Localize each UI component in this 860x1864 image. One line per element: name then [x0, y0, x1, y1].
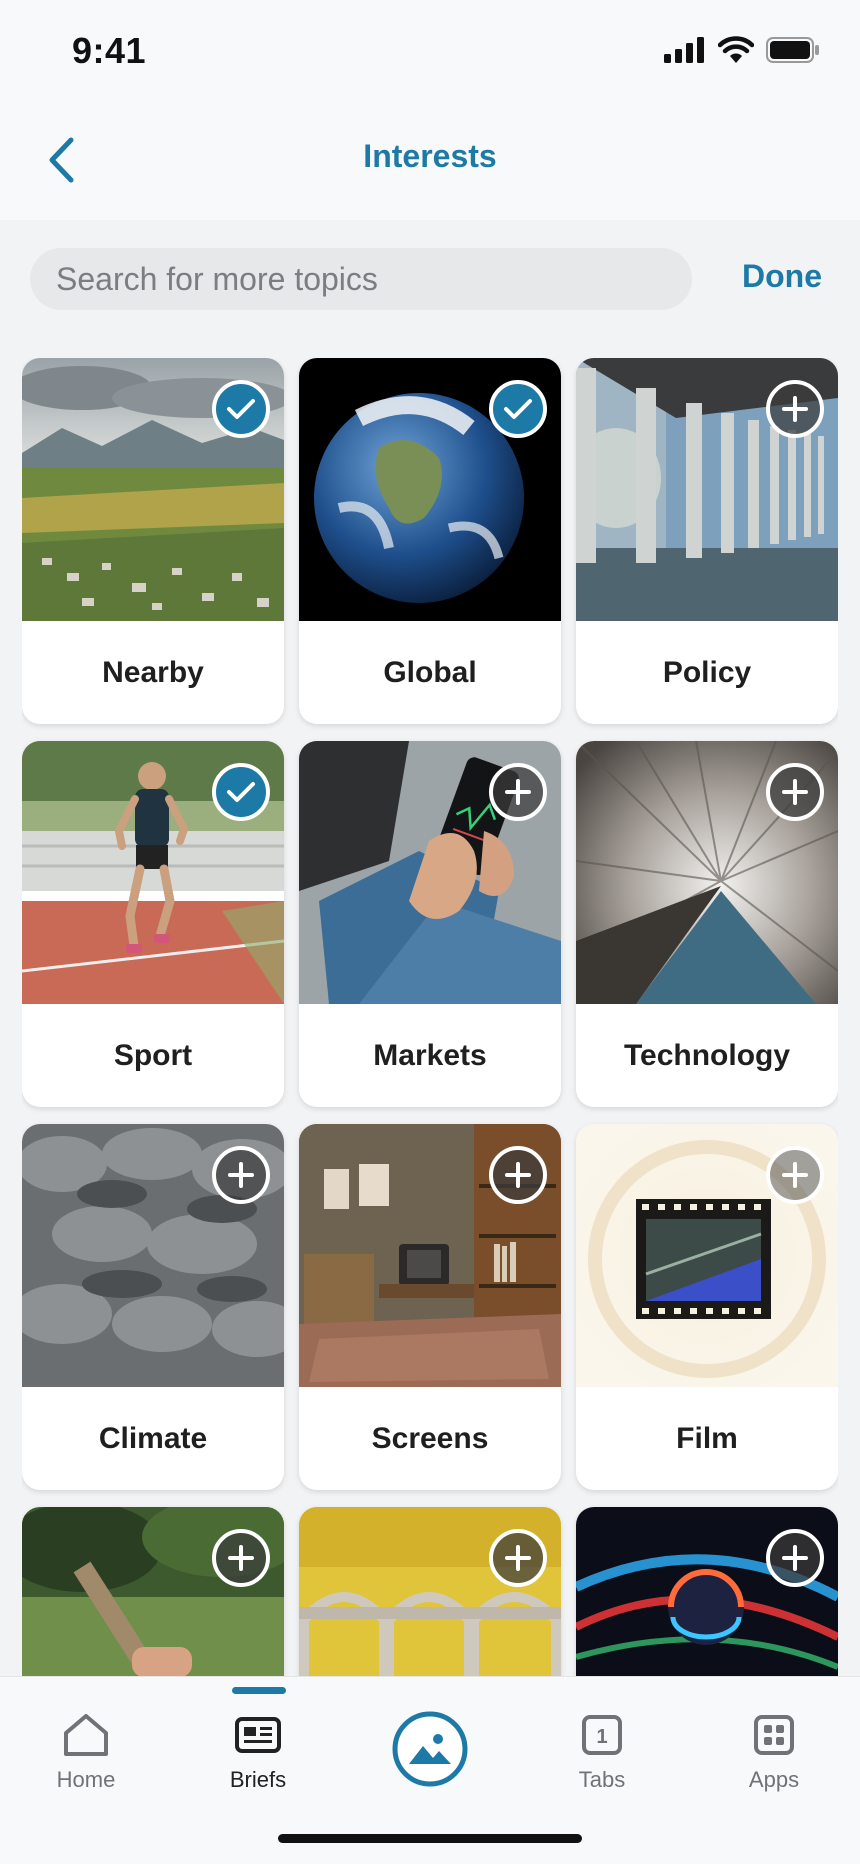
tab-label: Home	[56, 1767, 116, 1792]
tab-briefs[interactable]: Briefs	[188, 1677, 328, 1807]
topic-label: Film	[676, 1421, 738, 1455]
status-bar: 9:41	[0, 0, 860, 100]
topic-card[interactable]	[299, 1507, 561, 1676]
tab-tabs[interactable]: 1 Tabs	[532, 1677, 672, 1807]
topic-label: Screens	[371, 1421, 489, 1455]
topic-label: Markets	[373, 1038, 487, 1072]
add-topic-icon[interactable]	[489, 1529, 547, 1587]
add-topic-icon[interactable]	[766, 763, 824, 821]
selected-check-icon[interactable]	[212, 763, 270, 821]
topic-card-screens[interactable]: Screens	[299, 1124, 561, 1490]
tab-count: 1	[596, 1726, 607, 1748]
house-icon	[64, 1714, 108, 1756]
image-mountain-icon	[392, 1711, 468, 1787]
topic-card-global[interactable]: Global	[299, 358, 561, 724]
add-topic-icon[interactable]	[766, 1529, 824, 1587]
topic-card-markets[interactable]: Markets	[299, 741, 561, 1107]
done-button[interactable]: Done	[742, 258, 822, 295]
briefs-icon	[235, 1717, 281, 1753]
tab-home[interactable]: Home	[16, 1677, 156, 1807]
topic-card-climate[interactable]: Climate	[22, 1124, 284, 1490]
topic-label: Policy	[662, 655, 752, 689]
search-input[interactable]	[30, 248, 692, 310]
status-icons	[664, 36, 820, 64]
wifi-icon	[718, 36, 754, 63]
topic-card-film[interactable]: Film	[576, 1124, 838, 1490]
add-topic-icon[interactable]	[489, 1146, 547, 1204]
selected-check-icon[interactable]	[212, 380, 270, 438]
add-topic-icon[interactable]	[212, 1529, 270, 1587]
topic-card-policy[interactable]: Policy	[576, 358, 838, 724]
tab-visual-search[interactable]	[360, 1677, 500, 1807]
home-indicator	[278, 1834, 582, 1843]
tabs-count-icon: 1	[582, 1715, 622, 1755]
cellular-signal-icon	[664, 37, 704, 63]
add-topic-icon[interactable]	[489, 763, 547, 821]
add-topic-icon[interactable]	[212, 1146, 270, 1204]
topic-card-technology[interactable]: Technology	[576, 741, 838, 1107]
topic-label: Technology	[623, 1038, 791, 1072]
topic-card[interactable]	[576, 1507, 838, 1676]
topic-label: Climate	[98, 1421, 208, 1455]
add-topic-icon[interactable]	[766, 380, 824, 438]
topic-card-nearby[interactable]: Nearby	[22, 358, 284, 724]
topic-label: Sport	[113, 1038, 193, 1072]
battery-icon	[766, 37, 819, 63]
topic-card-sport[interactable]: Sport	[22, 741, 284, 1107]
page-title: Interests	[363, 138, 497, 174]
selected-check-icon[interactable]	[489, 380, 547, 438]
topic-label: Global	[383, 655, 477, 689]
topic-label: Nearby	[102, 655, 204, 689]
topics-grid: Nearby Global Policy Sport Markets Techn…	[22, 358, 838, 1676]
topic-card[interactable]	[22, 1507, 284, 1676]
tab-apps[interactable]: Apps	[704, 1677, 844, 1807]
tab-label: Tabs	[578, 1767, 626, 1792]
search-row: Done	[0, 220, 860, 340]
tab-label: Apps	[748, 1767, 800, 1792]
tab-label: Briefs	[229, 1767, 287, 1792]
apps-grid-icon	[754, 1715, 794, 1755]
add-topic-icon[interactable]	[766, 1146, 824, 1204]
status-time: 9:41	[72, 30, 147, 71]
navigation-bar: Interests	[0, 100, 860, 220]
